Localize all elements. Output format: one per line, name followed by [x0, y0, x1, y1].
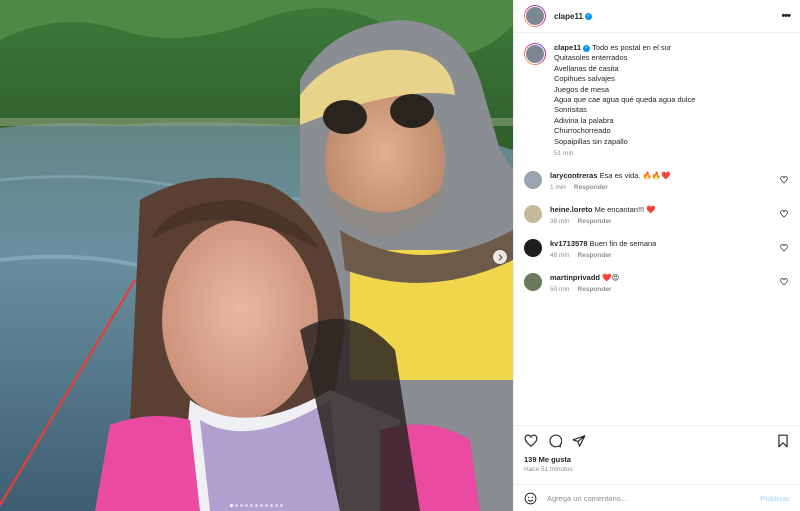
caption-line: Sopaipillas sin zapallo — [554, 136, 628, 146]
caption-avatar[interactable] — [524, 43, 546, 65]
comment-like-heart-icon[interactable] — [780, 244, 788, 252]
carousel-dot — [270, 504, 273, 507]
bookmark-icon[interactable] — [776, 434, 790, 448]
comment-item: martinprivadd ❤️😍 50 min Responder — [524, 273, 790, 293]
verified-badge-icon: ✓ — [584, 12, 592, 20]
commenter-avatar[interactable] — [524, 171, 542, 190]
caption-username[interactable]: clape11 — [554, 43, 581, 52]
emoji-icon[interactable] — [524, 492, 537, 505]
caption-line: Avellanas de casita — [554, 63, 619, 73]
reply-button[interactable]: Responder — [578, 218, 612, 225]
comment-input[interactable] — [547, 493, 761, 503]
comment-list: larycontreras Esa es vida. 🔥🔥❤️ 1 min Resp… — [524, 171, 790, 293]
carousel-dot — [245, 504, 248, 507]
commenter-avatar[interactable] — [524, 273, 542, 292]
caption-line: Agua que cae agua qué queda agua dulce — [554, 95, 696, 105]
commenter-avatar[interactable] — [524, 205, 542, 224]
comment-text: Esa es vida. 🔥🔥❤️ — [599, 171, 671, 181]
caption-line: Copihues salvajes — [554, 74, 615, 84]
post-sidebar: clape11 ✓ ••• clape11 ✓ Todo es postal en… — [513, 0, 800, 511]
commenter-avatar[interactable] — [524, 239, 542, 258]
comment-like-heart-icon[interactable] — [780, 210, 788, 218]
commenter-username[interactable]: larycontreras — [550, 171, 598, 180]
more-options-icon[interactable]: ••• — [781, 10, 791, 22]
comment-icon[interactable] — [548, 434, 562, 448]
comment-time: 38 min — [550, 218, 570, 226]
share-icon[interactable] — [572, 434, 586, 448]
caption-first-line: Todo es postal en el sur — [592, 43, 672, 52]
caption: clape11 ✓ Todo es postal en el sur Quitas… — [524, 43, 790, 157]
post-timestamp: Hace 51 minutos — [524, 466, 573, 473]
like-count[interactable]: 139 Me gusta — [514, 455, 800, 464]
comment-time: 48 min — [550, 252, 570, 260]
comment-item: kv1713578 Buen fin de semana 48 min Respon… — [524, 239, 790, 259]
caption-text: Quitasoles enterrados Avellanas de casita… — [554, 53, 790, 147]
comment-text: ❤️😍 — [602, 273, 620, 283]
verified-badge-icon: ✓ — [583, 44, 591, 52]
action-bar — [514, 425, 800, 455]
carousel-dot — [260, 504, 263, 507]
reply-button[interactable]: Responder — [578, 286, 612, 293]
comment-like-heart-icon[interactable] — [780, 278, 788, 286]
commenter-username[interactable]: kv1713578 — [550, 239, 588, 248]
caption-line: Juegos de mesa — [554, 84, 610, 94]
carousel-dot — [275, 504, 278, 507]
author-username[interactable]: clape11 — [554, 12, 583, 21]
carousel-indicator — [0, 504, 513, 507]
post-header: clape11 ✓ ••• — [514, 0, 800, 33]
comment-text: Buen fin de semana — [589, 239, 657, 249]
carousel-dot — [265, 504, 268, 507]
caption-line: Adivina la palabra — [554, 115, 614, 125]
carousel-dot — [250, 504, 253, 507]
caption-time: 51 min — [554, 150, 574, 158]
comment-time: 1 min — [550, 184, 566, 192]
reply-button[interactable]: Responder — [578, 252, 612, 259]
caption-line: Quitasoles enterrados — [554, 53, 628, 63]
carousel-dot — [255, 504, 258, 507]
author-avatar[interactable] — [524, 5, 546, 27]
commenter-username[interactable]: heine.loreto — [550, 205, 593, 214]
reply-button[interactable]: Responder — [574, 184, 608, 191]
comment-text: Me encantan!!! ❤️ — [594, 205, 656, 215]
post-photo — [0, 0, 513, 511]
carousel-dot — [240, 504, 243, 507]
next-photo-button[interactable] — [493, 250, 507, 264]
chevron-right-icon — [498, 253, 503, 261]
commenter-username[interactable]: martinprivadd — [550, 273, 600, 282]
carousel-dot — [280, 504, 283, 507]
comment-item: larycontreras Esa es vida. 🔥🔥❤️ 1 min Resp… — [524, 171, 790, 191]
comment-item: heine.loreto Me encantan!!! ❤️ 38 min Resp… — [524, 205, 790, 225]
heart-icon[interactable] — [524, 434, 538, 448]
carousel-dot — [235, 504, 238, 507]
post-comment-button[interactable]: Publicar — [760, 494, 790, 503]
carousel-dot — [230, 504, 233, 507]
comment-time: 50 min — [550, 286, 570, 294]
caption-line: Sonrisitas — [554, 105, 587, 115]
add-comment-bar: Publicar — [514, 484, 800, 511]
caption-line: Churrochorreado — [554, 126, 611, 136]
comment-like-heart-icon[interactable] — [780, 176, 788, 184]
post-media[interactable] — [0, 0, 513, 511]
